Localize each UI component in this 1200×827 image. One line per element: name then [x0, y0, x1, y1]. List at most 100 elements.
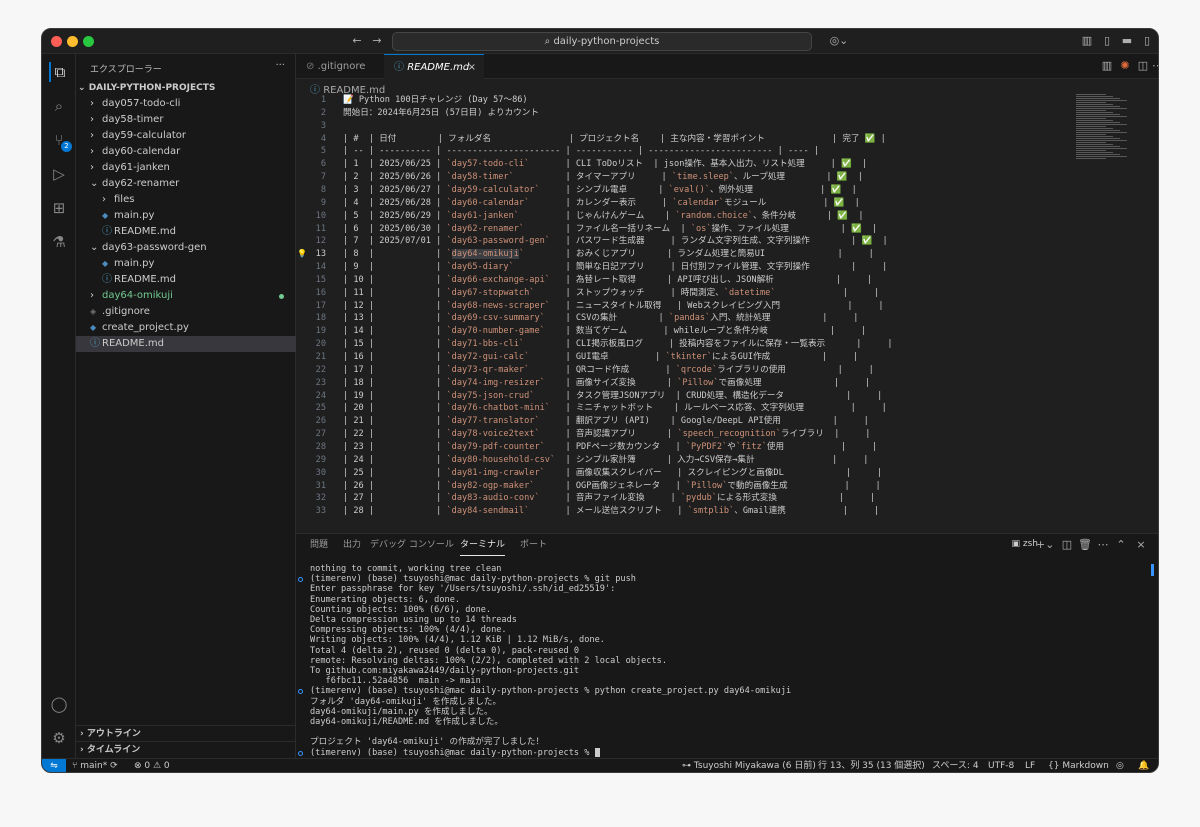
- code-line: | 7 | 2025/07/01 | `day63-password-gen` …: [343, 236, 888, 247]
- minimize-window-button[interactable]: [67, 36, 78, 47]
- minimap-line: [1076, 124, 1127, 125]
- tree-item[interactable]: › day60-calendar: [76, 144, 296, 160]
- line-number: 1: [320, 95, 326, 105]
- language-mode[interactable]: {} Markdown: [1048, 759, 1109, 772]
- maximize-window-button[interactable]: [83, 36, 94, 47]
- split-terminal-icon[interactable]: ◫: [1060, 538, 1074, 552]
- tree-item[interactable]: ⓘ README.md: [76, 336, 296, 352]
- code-line: | 28 | | `day84-sendmail` | メール送信スクリプト |…: [343, 506, 880, 517]
- tree-item[interactable]: ◈ .gitignore: [76, 304, 296, 320]
- tree-item[interactable]: › day58-timer: [76, 112, 296, 128]
- lightbulb-icon[interactable]: 💡: [297, 249, 307, 258]
- close-window-button[interactable]: [51, 36, 62, 47]
- line-number: 27: [315, 429, 326, 440]
- python-file-icon: ◆: [90, 323, 97, 332]
- branch-indicator[interactable]: ⑂ main* ⟳: [72, 759, 118, 772]
- code-line: | 8 | | `day64-omikuji` | おみくじアプリ | ランダム…: [343, 249, 874, 260]
- settings-gear-icon[interactable]: ⚙: [49, 728, 69, 748]
- more-actions-icon[interactable]: ···: [275, 60, 285, 71]
- chevron-right-icon: ›: [80, 729, 87, 739]
- back-arrow-icon[interactable]: ←: [350, 34, 364, 48]
- git-blame-indicator[interactable]: ⊶ Tsuyoshi Miyakawa (6 日前): [682, 759, 816, 772]
- tree-item[interactable]: › day64-omikuji: [76, 288, 296, 304]
- tree-item[interactable]: ⌄ day62-renamer: [76, 176, 296, 192]
- chevron-right-icon: ›: [80, 745, 87, 755]
- terminal-scrollbar[interactable]: [1151, 564, 1154, 576]
- terminal-line-text: Total 4 (delta 2), reused 0 (delta 0), p…: [310, 645, 580, 656]
- tab-readme[interactable]: ⓘ README.md ×: [384, 54, 484, 79]
- workspace-root[interactable]: ⌄ DAILY-PYTHON-PROJECTS: [76, 80, 296, 96]
- tree-item[interactable]: › day057-todo-cli: [76, 96, 296, 112]
- search-view-icon[interactable]: ⌕: [49, 96, 69, 116]
- split-preview-icon[interactable]: ▥: [1100, 59, 1114, 73]
- minimap-line: [1076, 110, 1106, 111]
- line-number: 21: [315, 352, 326, 362]
- command-center-search[interactable]: ⌕ daily-python-projects: [392, 32, 812, 51]
- panel-tab[interactable]: 出力: [343, 534, 361, 556]
- toggle-panel-icon[interactable]: ▬: [1120, 34, 1134, 48]
- split-editor-icon[interactable]: ◫: [1136, 59, 1150, 73]
- tree-item[interactable]: ◆ main.py: [76, 256, 296, 272]
- copilot-icon[interactable]: ◎⌄: [828, 34, 850, 48]
- minimap-line: [1076, 106, 1120, 107]
- problems-indicator[interactable]: ⊗ 0 ⚠ 0: [134, 759, 170, 772]
- line-number: 32: [315, 493, 326, 504]
- run-debug-icon[interactable]: ▷: [49, 164, 69, 184]
- minimap-line: [1076, 100, 1127, 101]
- line-number: 20: [315, 339, 326, 350]
- close-panel-icon[interactable]: ×: [1134, 538, 1148, 552]
- close-tab-icon[interactable]: ×: [468, 55, 476, 80]
- panel-tab[interactable]: ターミナル: [460, 534, 506, 556]
- minimap[interactable]: [1076, 94, 1136, 164]
- terminal-line: Compressing objects: 100% (4/4), done.: [310, 625, 507, 635]
- extension-action-icon[interactable]: ✺: [1118, 59, 1132, 73]
- tree-item[interactable]: › day59-calculator: [76, 128, 296, 144]
- tab-gitignore[interactable]: ⊘ .gitignore: [296, 54, 384, 79]
- panel-more-icon[interactable]: ⋯: [1096, 538, 1110, 552]
- timeline-section[interactable]: › タイムライン: [76, 741, 296, 757]
- tree-item[interactable]: ◆ main.py: [76, 208, 296, 224]
- encoding-indicator[interactable]: UTF-8: [988, 759, 1014, 772]
- code-line: | 6 | 2025/06/30 | `day62-renamer` | ファイ…: [343, 223, 878, 234]
- line-number: 33: [315, 506, 326, 517]
- testing-icon[interactable]: ⚗: [49, 232, 69, 252]
- extensions-icon[interactable]: ⊞: [49, 198, 69, 218]
- cursor-position[interactable]: 行 13、列 35 (13 個選択): [818, 759, 925, 772]
- tree-item[interactable]: › files: [76, 192, 296, 208]
- source-control-icon[interactable]: ⑂ 2: [49, 130, 72, 152]
- tree-item-label: README.md: [114, 274, 177, 285]
- tree-item[interactable]: ⓘ README.md: [76, 224, 296, 240]
- terminal-line: プロジェクト 'day64-omikuji' の作成が完了しました！: [310, 737, 544, 747]
- layout-icon[interactable]: ▥: [1080, 34, 1094, 48]
- tree-item[interactable]: ⌄ day63-password-gen: [76, 240, 296, 256]
- braces-icon: {}: [1048, 761, 1063, 771]
- tree-item[interactable]: ◆ create_project.py: [76, 320, 296, 336]
- toggle-sidebar-icon[interactable]: ▯: [1100, 34, 1114, 48]
- terminal-line: Total 4 (delta 2), reused 0 (delta 0), p…: [310, 646, 579, 656]
- toggle-secondary-sidebar-icon[interactable]: ▯: [1140, 34, 1154, 48]
- maximize-panel-icon[interactable]: ⌃: [1114, 538, 1128, 552]
- tree-item-label: day59-calculator: [102, 130, 187, 141]
- command-status-icon: [298, 577, 303, 583]
- tree-item[interactable]: ⓘ README.md: [76, 272, 296, 288]
- forward-arrow-icon[interactable]: →: [370, 34, 384, 48]
- notifications-icon[interactable]: 🔔: [1138, 759, 1149, 772]
- panel-tab[interactable]: 問題: [310, 534, 328, 556]
- panel-tab[interactable]: ポート: [520, 534, 547, 556]
- chevron-right-icon: ›: [90, 130, 94, 141]
- new-terminal-icon[interactable]: +⌄: [1036, 538, 1054, 552]
- remote-indicator-icon[interactable]: ⇋: [42, 759, 66, 772]
- tree-item[interactable]: › day61-janken: [76, 160, 296, 176]
- account-icon[interactable]: ◯: [49, 694, 69, 714]
- kill-terminal-icon[interactable]: 🗑: [1078, 538, 1092, 552]
- code-line: | -- | ---------- | --------------------…: [343, 146, 819, 157]
- editor-more-icon[interactable]: ⋯: [1152, 59, 1158, 73]
- indentation-indicator[interactable]: スペース: 4: [932, 759, 979, 772]
- copilot-status-icon[interactable]: ◎: [1116, 759, 1124, 772]
- eol-indicator[interactable]: LF: [1025, 759, 1035, 772]
- terminal-shell-selector[interactable]: ▣ zsh: [1012, 539, 1039, 549]
- panel-tab[interactable]: デバッグ コンソール: [370, 534, 454, 556]
- explorer-icon[interactable]: ⧉: [49, 62, 69, 82]
- minimap-line: [1076, 118, 1106, 119]
- outline-section[interactable]: › アウトライン: [76, 725, 296, 741]
